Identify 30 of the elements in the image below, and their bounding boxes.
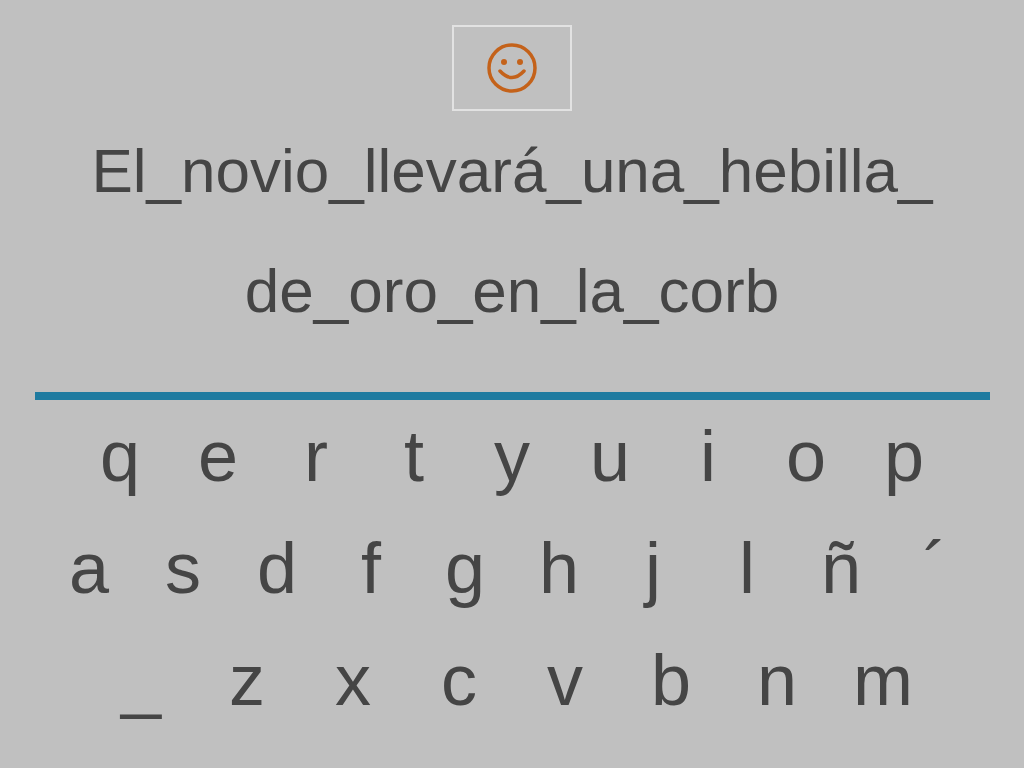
letter-key[interactable]: d [237, 523, 317, 613]
letter-key[interactable]: f [331, 523, 411, 613]
letter-key[interactable]: b [626, 635, 716, 725]
letter-key[interactable]: v [520, 635, 610, 725]
letter-key[interactable]: e [178, 411, 258, 501]
letter-key[interactable]: s [143, 523, 223, 613]
letter-key[interactable]: _ [96, 635, 186, 725]
letter-key[interactable]: ñ [801, 523, 881, 613]
letter-key[interactable]: o [766, 411, 846, 501]
letter-key[interactable]: ´ [895, 523, 975, 613]
letter-key[interactable]: g [425, 523, 505, 613]
letter-key[interactable]: u [570, 411, 650, 501]
letter-key[interactable]: j [613, 523, 693, 613]
letter-key[interactable]: y [472, 411, 552, 501]
sentence-line: El_novio_llevará_una_hebilla_ [91, 135, 933, 207]
letter-key[interactable]: h [519, 523, 599, 613]
smiley-icon [486, 42, 538, 94]
letter-key[interactable]: i [668, 411, 748, 501]
letter-key[interactable]: q [80, 411, 160, 501]
letter-key[interactable]: t [374, 411, 454, 501]
letter-key[interactable]: x [308, 635, 398, 725]
letter-key[interactable]: m [838, 635, 928, 725]
sentence-line: de_oro_en_la_corb [244, 255, 780, 327]
letter-key[interactable]: n [732, 635, 822, 725]
letter-key[interactable]: r [276, 411, 356, 501]
letter-key[interactable]: z [202, 635, 292, 725]
letter-key[interactable]: a [49, 523, 129, 613]
letter-key[interactable]: l [707, 523, 787, 613]
letter-key[interactable]: c [414, 635, 504, 725]
letter-key[interactable]: p [864, 411, 944, 501]
